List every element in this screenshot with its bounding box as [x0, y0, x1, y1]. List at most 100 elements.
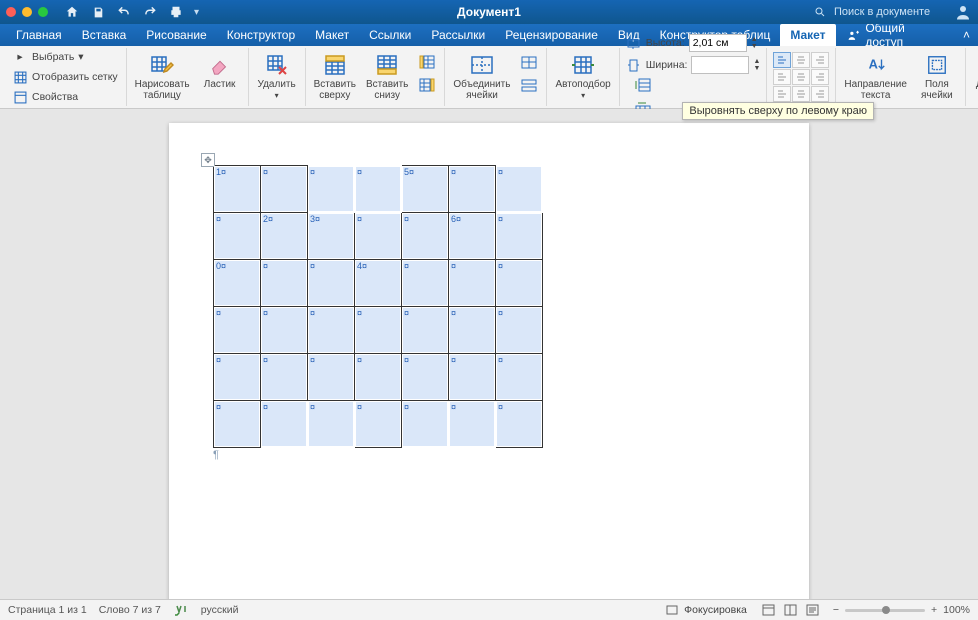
table-cell[interactable]: ¤ [214, 401, 261, 448]
table-cell[interactable]: 0¤ [214, 260, 261, 307]
table-cell[interactable]: ¤ [355, 213, 402, 260]
table-cell[interactable]: 4¤ [355, 260, 402, 307]
table-cell[interactable]: ¤ [496, 166, 543, 213]
table-cell[interactable]: ¤ [402, 307, 449, 354]
view-gridlines-button[interactable]: Отобразить сетку [10, 68, 120, 86]
print-layout-view-icon[interactable] [761, 602, 777, 618]
width-input[interactable] [691, 56, 749, 74]
table-cell[interactable]: ¤ [261, 307, 308, 354]
table-cell[interactable]: ¤ [449, 166, 496, 213]
height-input[interactable] [689, 34, 747, 52]
cell-margins-button[interactable]: Поля ячейки [915, 51, 959, 103]
tab-draw[interactable]: Рисование [136, 24, 216, 46]
table-cell[interactable]: 1¤ [214, 166, 261, 213]
select-button[interactable]: ▸Выбрать ▾ [10, 48, 120, 66]
eraser-button[interactable]: Ластик [198, 51, 242, 92]
tab-references[interactable]: Ссылки [359, 24, 421, 46]
language-indicator[interactable]: русский [201, 604, 239, 616]
undo-icon[interactable] [116, 4, 132, 20]
height-down-icon[interactable]: ▼ [751, 43, 758, 50]
save-icon[interactable] [90, 4, 106, 20]
qat-more-icon[interactable]: ▾ [194, 7, 199, 18]
split-table-button[interactable] [518, 74, 540, 96]
table-cell[interactable]: ¤ [261, 260, 308, 307]
table-cell[interactable]: 3¤ [308, 213, 355, 260]
table-cell[interactable]: ¤ [496, 307, 543, 354]
table-cell[interactable]: 6¤ [449, 213, 496, 260]
table-cell[interactable]: ¤ [355, 354, 402, 401]
table-cell[interactable]: 2¤ [261, 213, 308, 260]
table-cell[interactable]: ¤ [402, 401, 449, 448]
data-button[interactable]: Данные▾ [972, 51, 978, 103]
table-cell[interactable]: ¤ [496, 260, 543, 307]
minimize-window-icon[interactable] [22, 7, 32, 17]
align-bot-left-button[interactable] [773, 86, 791, 102]
read-view-icon[interactable] [783, 602, 799, 618]
table-cell[interactable]: ¤ [261, 354, 308, 401]
draw-table-button[interactable]: Нарисовать таблицу [133, 51, 192, 103]
delete-button[interactable]: Удалить▾ [255, 51, 299, 103]
table-cell[interactable]: ¤ [449, 307, 496, 354]
align-mid-center-button[interactable] [792, 69, 810, 85]
split-cells-button[interactable] [518, 51, 540, 73]
close-window-icon[interactable] [6, 7, 16, 17]
insert-right-button[interactable] [416, 74, 438, 96]
table-cell[interactable]: ¤ [308, 166, 355, 213]
user-avatar-icon[interactable] [954, 3, 972, 21]
zoom-window-icon[interactable] [38, 7, 48, 17]
zoom-slider[interactable] [845, 609, 925, 612]
table-cell[interactable]: ¤ [496, 401, 543, 448]
table-cell[interactable]: ¤ [214, 354, 261, 401]
spellcheck-icon[interactable] [173, 602, 189, 618]
properties-button[interactable]: Свойства [10, 88, 120, 106]
table-cell[interactable]: ¤ [449, 354, 496, 401]
table-cell[interactable]: ¤ [355, 401, 402, 448]
table-cell[interactable]: ¤ [308, 401, 355, 448]
web-layout-view-icon[interactable] [805, 602, 821, 618]
tab-mailings[interactable]: Рассылки [421, 24, 495, 46]
tab-review[interactable]: Рецензирование [495, 24, 608, 46]
width-down-icon[interactable]: ▼ [753, 65, 760, 72]
tab-insert[interactable]: Вставка [72, 24, 137, 46]
align-bot-right-button[interactable] [811, 86, 829, 102]
search-input[interactable] [832, 5, 946, 19]
table-cell[interactable]: ¤ [355, 166, 402, 213]
table-cell[interactable]: ¤ [261, 166, 308, 213]
word-count[interactable]: Слово 7 из 7 [99, 604, 161, 616]
table-cell[interactable]: ¤ [402, 260, 449, 307]
page[interactable]: ✥ 1¤¤¤¤5¤¤¤¤2¤3¤¤¤6¤¤0¤¤¤4¤¤¤¤¤¤¤¤¤¤¤¤¤¤… [169, 123, 809, 599]
table-cell[interactable]: ¤ [402, 354, 449, 401]
home-icon[interactable] [64, 4, 80, 20]
table-cell[interactable]: ¤ [496, 213, 543, 260]
merge-cells-button[interactable]: Объединить ячейки [451, 51, 512, 103]
align-bot-center-button[interactable] [792, 86, 810, 102]
focus-mode-button[interactable]: Фокусировка [662, 601, 749, 619]
collapse-ribbon-icon[interactable]: ˄ [955, 24, 978, 46]
align-mid-left-button[interactable] [773, 69, 791, 85]
height-up-icon[interactable]: ▲ [751, 36, 758, 43]
insert-below-button[interactable]: Вставить снизу [364, 51, 410, 103]
table-cell[interactable]: ¤ [261, 401, 308, 448]
text-direction-button[interactable]: AНаправление текста [842, 51, 908, 103]
page-indicator[interactable]: Страница 1 из 1 [8, 604, 87, 616]
print-icon[interactable] [168, 4, 184, 20]
table-cell[interactable]: ¤ [214, 213, 261, 260]
tab-layout[interactable]: Макет [305, 24, 359, 46]
table-cell[interactable]: ¤ [308, 354, 355, 401]
tab-design[interactable]: Конструктор [217, 24, 305, 46]
zoom-in-button[interactable]: + [931, 604, 937, 616]
table-cell[interactable]: ¤ [355, 307, 402, 354]
width-up-icon[interactable]: ▲ [753, 58, 760, 65]
align-top-right-button[interactable] [811, 52, 829, 68]
table-cell[interactable]: ¤ [449, 260, 496, 307]
insert-above-button[interactable]: Вставить сверху [312, 51, 358, 103]
align-top-left-button[interactable] [773, 52, 791, 68]
tab-table-layout[interactable]: Макет [780, 24, 835, 46]
align-top-center-button[interactable] [792, 52, 810, 68]
table-cell[interactable]: ¤ [402, 213, 449, 260]
insert-left-button[interactable] [416, 51, 438, 73]
redo-icon[interactable] [142, 4, 158, 20]
autofit-button[interactable]: Автоподбор▾ [553, 51, 612, 103]
search-box[interactable] [812, 4, 946, 20]
table-cell[interactable]: 5¤ [402, 166, 449, 213]
